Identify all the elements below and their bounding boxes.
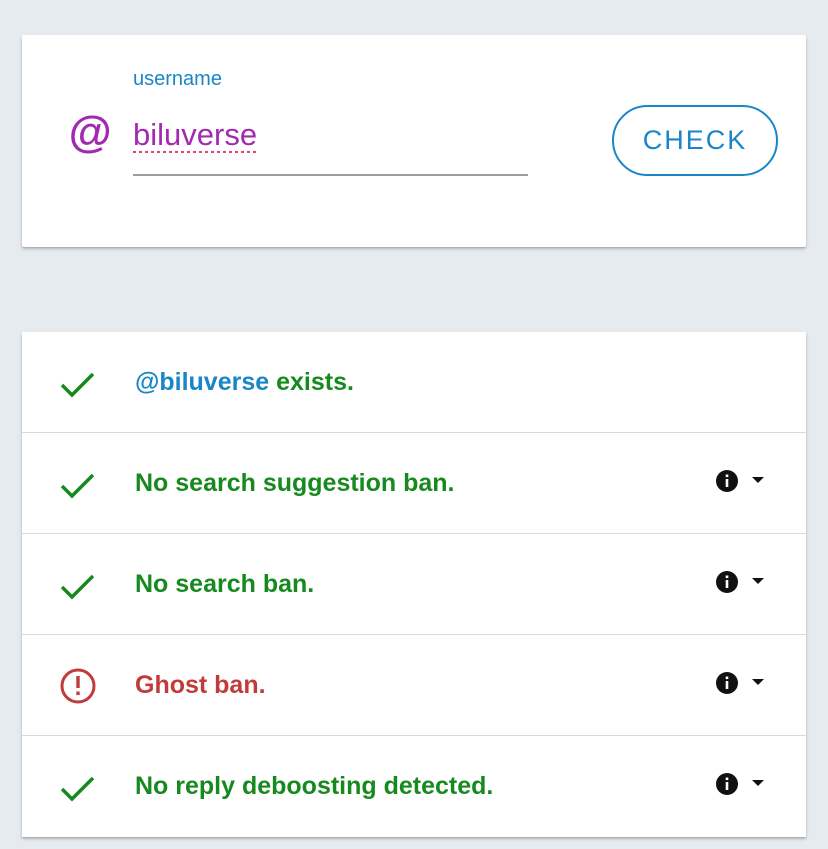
results-list: @biluverse exists. No search suggestion b… [22,332,806,837]
check-icon [60,473,95,499]
info-icon[interactable] [715,671,739,695]
alert-circle-icon [60,668,96,704]
result-text: No search suggestion ban. [135,433,455,533]
info-toggle-button[interactable] [715,669,775,697]
result-text: @biluverse exists. [135,332,354,432]
info-toggle-button[interactable] [715,770,775,798]
result-text: No reply deboosting detected. [135,736,493,836]
result-message: No search suggestion ban. [135,469,455,497]
result-text: No search ban. [135,534,314,634]
check-icon [60,776,95,802]
at-icon: @ [68,108,111,157]
result-row[interactable]: Ghost ban. [22,635,806,736]
info-icon[interactable] [715,772,739,796]
result-message: Ghost ban. [135,671,266,699]
result-message: exists. [269,368,354,396]
username-handle: @biluverse [135,368,270,396]
username-label: username [133,68,222,90]
caret-down-icon[interactable] [751,576,765,586]
info-icon[interactable] [715,570,739,594]
search-card: @ username CHECK [22,35,806,247]
input-underline [133,174,528,176]
info-icon[interactable] [715,469,739,493]
result-row: @biluverse exists. [22,332,806,433]
caret-down-icon[interactable] [751,778,765,788]
result-message: No search ban. [135,570,315,598]
result-row[interactable]: No search suggestion ban. [22,433,806,534]
caret-down-icon[interactable] [751,475,765,485]
result-text: Ghost ban. [135,635,266,735]
info-toggle-button[interactable] [715,467,775,495]
result-message: No reply deboosting detected. [135,772,494,800]
result-row[interactable]: No reply deboosting detected. [22,736,806,837]
caret-down-icon[interactable] [751,677,765,687]
check-icon [60,372,95,398]
info-toggle-button[interactable] [715,568,775,596]
check-icon [60,574,95,600]
check-button[interactable]: CHECK [612,105,778,176]
username-input[interactable] [133,113,528,157]
result-row[interactable]: No search ban. [22,534,806,635]
